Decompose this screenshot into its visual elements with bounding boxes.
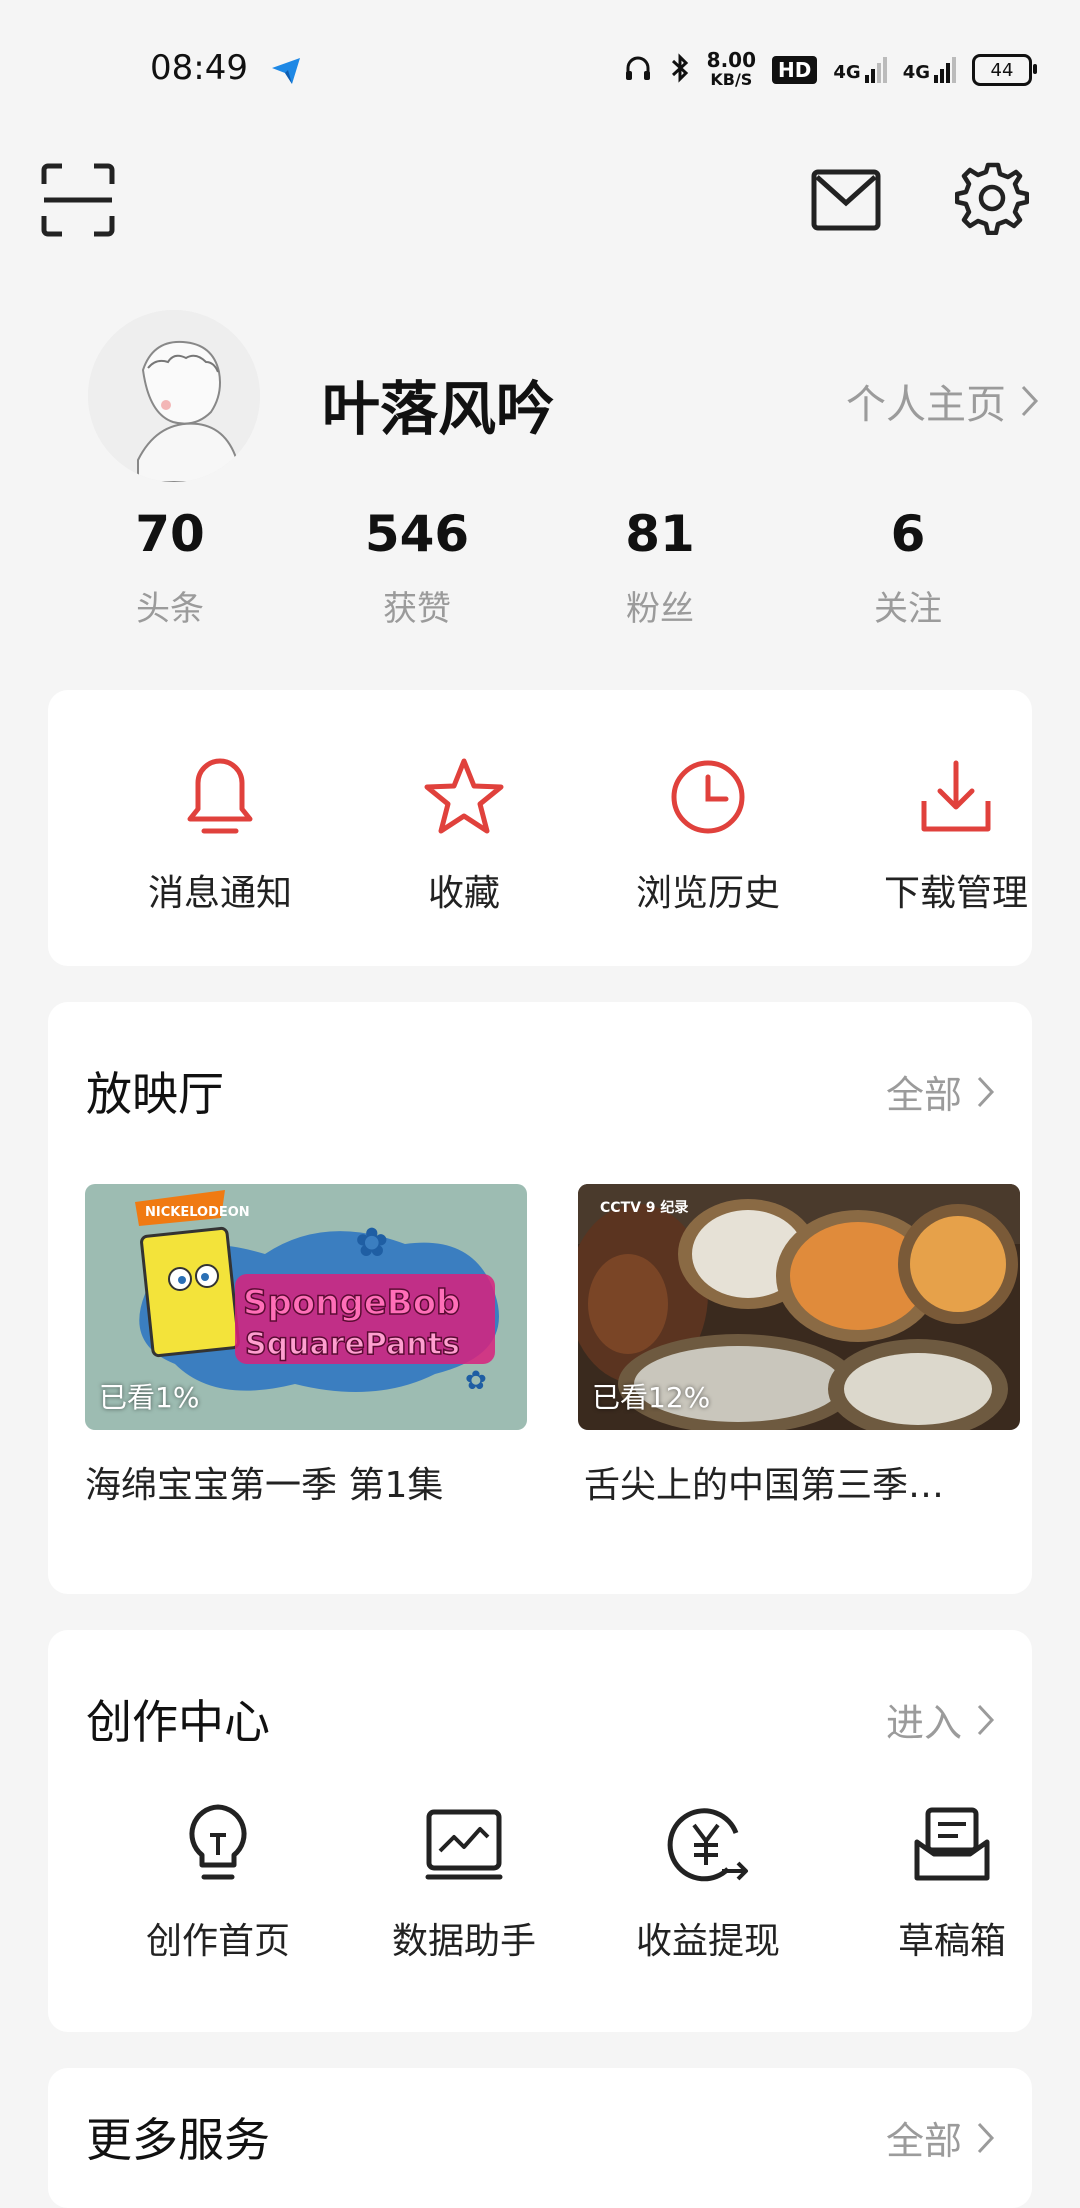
theater-all-label: 全部 xyxy=(885,1073,962,1117)
signal-4g-1: 4G xyxy=(833,57,887,83)
creation-item-label: 数据助手 xyxy=(391,1921,536,1962)
creation-center-card: 创作中心 进入 创作首页 数据助手 收益提现 草稿箱 xyxy=(48,1630,1032,2032)
username: 叶落风吟 xyxy=(322,375,555,443)
creation-item-label: 收益提现 xyxy=(635,1921,780,1962)
bluetooth-icon xyxy=(669,52,691,88)
more-services-title: 更多服务 xyxy=(86,2113,270,2167)
avatar-illustration xyxy=(88,310,260,482)
clock-icon xyxy=(671,760,745,834)
stat-value: 6 xyxy=(890,505,926,563)
status-time: 08:49 xyxy=(150,48,248,88)
stat-value: 546 xyxy=(364,505,470,563)
telegram-notification-icon xyxy=(268,52,304,88)
quick-action-label: 消息通知 xyxy=(147,873,292,914)
data-assistant[interactable]: 数据助手 xyxy=(344,1800,584,1964)
stat-value: 81 xyxy=(625,505,695,563)
watch-progress: 已看12% xyxy=(592,1381,711,1414)
signal-4g-label: 4G xyxy=(902,62,930,83)
settings-button[interactable] xyxy=(952,158,1032,238)
video-title[interactable]: 海绵宝宝第一季 第1集 xyxy=(85,1456,527,1508)
drafts-box[interactable]: 草稿箱 xyxy=(832,1800,1072,1964)
more-services-all-link[interactable]: 全部 xyxy=(886,2110,996,2165)
lightbulb-icon xyxy=(189,1804,247,1880)
messages-button[interactable] xyxy=(808,162,884,238)
chart-icon xyxy=(425,1809,503,1880)
yuan-icon xyxy=(667,1808,748,1882)
scan-icon xyxy=(41,163,115,237)
avatar[interactable] xyxy=(88,310,260,482)
video-title[interactable]: 舌尖上的中国第三季… xyxy=(584,1456,1026,1508)
watch-progress: 已看1% xyxy=(99,1381,200,1414)
bell-icon xyxy=(187,758,253,834)
svg-text:✿: ✿ xyxy=(465,1366,487,1396)
theater-title: 放映厅 xyxy=(86,1067,224,1121)
mail-icon xyxy=(811,169,881,231)
chevron-right-icon xyxy=(1021,385,1039,417)
badge-text: NICKELODEON xyxy=(145,1205,250,1220)
stat-label: 关注 xyxy=(874,589,942,629)
quick-action-label: 收藏 xyxy=(427,873,500,914)
more-services-card: 更多服务 全部 xyxy=(48,2068,1032,2208)
more-services-all-label: 全部 xyxy=(885,2119,962,2163)
chevron-right-icon xyxy=(977,2122,995,2153)
signal-4g-2: 4G xyxy=(903,57,956,83)
personal-homepage-link[interactable]: 个人主页 xyxy=(846,372,1040,430)
creation-center-enter-link[interactable]: 进入 xyxy=(886,1692,996,1747)
theater-card: 放映厅 全部 NICKELODEON SpongeBob SquarePants… xyxy=(48,1002,1032,1594)
chevron-right-icon xyxy=(977,1704,995,1735)
gear-icon xyxy=(955,162,1029,235)
quick-action-downloads[interactable]: 下载管理 xyxy=(836,752,1076,916)
stat-label: 粉丝 xyxy=(626,589,694,629)
star-icon xyxy=(424,758,504,834)
personal-homepage-label: 个人主页 xyxy=(846,382,1006,428)
creation-center-title: 创作中心 xyxy=(86,1695,270,1749)
video-thumbnail-china-food[interactable]: CCTV 9 纪录 已看12% xyxy=(578,1184,1020,1430)
badge-text: CCTV 9 纪录 xyxy=(600,1199,688,1216)
stat-likes[interactable]: 546 获赞 xyxy=(317,505,517,630)
network-speed: 8.00 KB/S xyxy=(707,50,756,90)
status-icons: 8.00 KB/S HD 4G 4G 44 xyxy=(623,48,1037,92)
earnings-withdrawal[interactable]: 收益提现 xyxy=(588,1800,828,1964)
drafts-icon xyxy=(914,1807,990,1881)
scan-button[interactable] xyxy=(40,162,116,238)
creation-item-label: 创作首页 xyxy=(145,1921,290,1962)
creation-item-label: 草稿箱 xyxy=(897,1921,1006,1962)
creation-center-enter-label: 进入 xyxy=(885,1701,962,1745)
svg-text:SquarePants: SquarePants xyxy=(245,1327,460,1362)
quick-action-label: 下载管理 xyxy=(883,873,1028,914)
quick-action-label: 浏览历史 xyxy=(635,873,780,914)
creation-home[interactable]: 创作首页 xyxy=(98,1800,338,1964)
headphones-icon xyxy=(623,53,653,88)
quick-action-notifications[interactable]: 消息通知 xyxy=(100,752,340,916)
quick-actions-card: 消息通知 收藏 浏览历史 下载管理 xyxy=(48,690,1032,966)
stat-posts[interactable]: 70 头条 xyxy=(70,505,270,630)
quick-action-history[interactable]: 浏览历史 xyxy=(588,752,828,916)
stat-following[interactable]: 6 关注 xyxy=(808,505,1008,630)
video-thumbnail-spongebob[interactable]: NICKELODEON SpongeBob SquarePants ✿ ✿ 已看… xyxy=(85,1184,527,1430)
stat-label: 获赞 xyxy=(383,589,451,629)
hd-badge: HD xyxy=(772,56,818,84)
chevron-right-icon xyxy=(977,1076,995,1107)
stat-value: 70 xyxy=(135,505,205,563)
battery-icon: 44 xyxy=(972,54,1037,86)
svg-text:SpongeBob: SpongeBob xyxy=(243,1283,460,1323)
network-speed-unit: KB/S xyxy=(710,70,753,89)
theater-all-link[interactable]: 全部 xyxy=(886,1064,996,1119)
network-speed-value: 8.00 xyxy=(706,48,757,72)
stat-fans[interactable]: 81 粉丝 xyxy=(560,505,760,630)
download-icon xyxy=(921,760,991,832)
svg-text:✿: ✿ xyxy=(355,1220,389,1266)
stat-label: 头条 xyxy=(136,589,204,629)
quick-action-favorites[interactable]: 收藏 xyxy=(344,752,584,916)
signal-4g-label: 4G xyxy=(833,62,861,83)
